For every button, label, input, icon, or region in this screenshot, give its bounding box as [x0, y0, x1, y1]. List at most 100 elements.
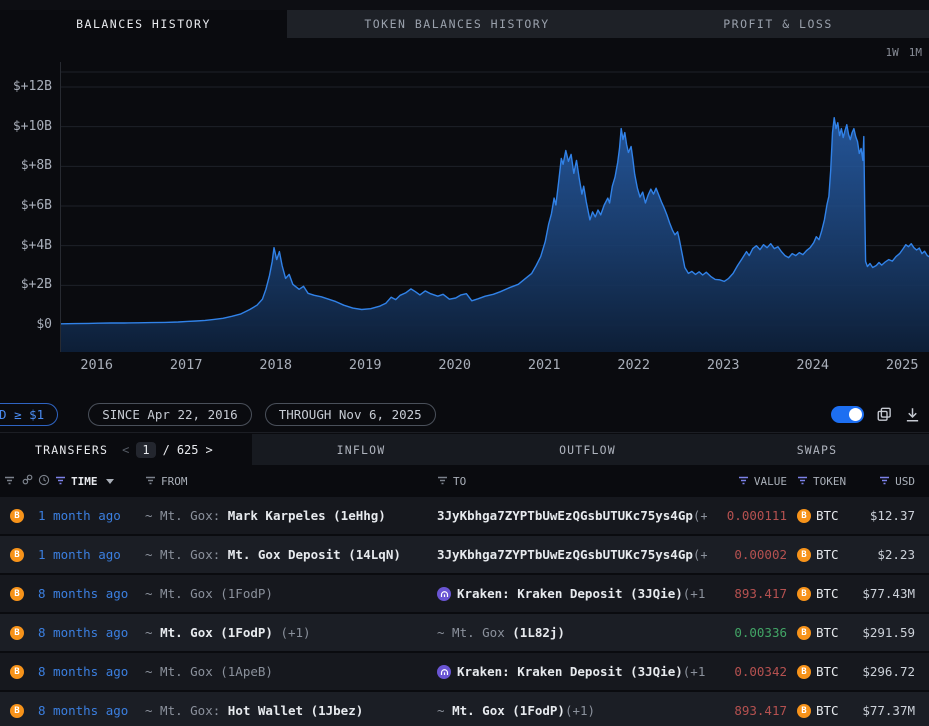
from-address-link[interactable]: ~ Mt. Gox (1ApeB): [140, 664, 435, 679]
token-cell: B BTC: [789, 508, 851, 523]
btc-token-icon: B: [797, 509, 811, 523]
top-tab-bar: BALANCES HISTORY TOKEN BALANCES HISTORY …: [0, 10, 929, 38]
copy-icon[interactable]: [877, 407, 892, 422]
to-address-link[interactable]: ~ Mt. Gox (1FodP)(+1): [435, 703, 707, 718]
transfer-value: 0.00342: [707, 664, 789, 679]
token-filter-icon[interactable]: [797, 475, 808, 488]
table-row[interactable]: B8 months ago~ Mt. Gox (1ApeB) Kraken: K…: [0, 653, 929, 692]
btc-token-icon: B: [797, 587, 811, 601]
x-axis-label: 2019: [349, 357, 382, 373]
usd-filter-icon[interactable]: [879, 475, 890, 488]
to-address-link[interactable]: 3JyKbhga7ZYPTbUwEzQGsbUTUKc75ys4Gp(+1): [435, 508, 707, 523]
chart-toggle-switch[interactable]: [831, 406, 864, 423]
token-cell: B BTC: [789, 703, 851, 718]
from-filter-icon[interactable]: [145, 475, 156, 488]
bitcoin-icon: B: [10, 704, 24, 718]
usd-min-filter-pill[interactable]: USD ≥ $1: [0, 403, 58, 426]
range-1m-button[interactable]: 1M: [909, 46, 922, 59]
x-axis-label: 2022: [617, 357, 650, 373]
time-link[interactable]: 1 month ago: [32, 547, 140, 562]
value-filter-icon[interactable]: [738, 475, 749, 488]
transfers-label: TRANSFERS: [35, 443, 108, 457]
table-row[interactable]: B 8 months ago~ Mt. Gox: Hot Wallet (1Jbe…: [0, 692, 929, 726]
token-symbol: BTC: [816, 508, 839, 523]
pager-next-icon[interactable]: >: [206, 443, 213, 457]
to-address-link[interactable]: ~ Mt. Gox (1L82j): [435, 625, 707, 640]
bitcoin-icon: B: [10, 509, 24, 523]
time-link[interactable]: 1 month ago: [32, 508, 140, 523]
time-link[interactable]: 8 months ago: [32, 664, 140, 679]
y-axis-label: $+12B: [0, 79, 52, 94]
chart-filter-row: USD ≥ $1 SINCE Apr 22, 2016 THROUGH Nov …: [0, 399, 929, 429]
to-address-link[interactable]: 3JyKbhga7ZYPTbUwEzQGsbUTUKc75ys4Gp(+1): [435, 547, 707, 562]
transfer-value: 0.000111: [707, 508, 789, 523]
tab-balances-history[interactable]: BALANCES HISTORY: [0, 10, 287, 38]
x-axis-label: 2025: [886, 357, 919, 373]
bitcoin-icon: B: [10, 587, 24, 601]
tab-token-balances-history[interactable]: TOKEN BALANCES HISTORY: [287, 10, 627, 38]
range-1w-button[interactable]: 1W: [886, 46, 899, 59]
transfers-pager: < 1 / 625 >: [122, 442, 213, 458]
to-address-link[interactable]: Kraken: Kraken Deposit (3JQie)(+1): [435, 664, 707, 679]
tab-transfers[interactable]: TRANSFERS < 1 / 625 >: [0, 434, 252, 465]
chart-plot-area[interactable]: [60, 62, 929, 352]
range-selector: 1W 1M: [886, 46, 923, 59]
token-symbol: BTC: [816, 664, 839, 679]
usd-amount: $77.43M: [851, 586, 929, 601]
column-header-to[interactable]: TO: [453, 475, 466, 488]
chart-area-fill: [61, 118, 929, 352]
usd-amount: $12.37: [851, 508, 929, 523]
btc-token-icon: B: [797, 626, 811, 640]
column-header-token[interactable]: TOKEN: [813, 475, 846, 488]
from-address-link[interactable]: ~ Mt. Gox: Hot Wallet (1Jbez): [140, 703, 435, 718]
to-address-link[interactable]: Kraken: Kraken Deposit (3JQie)(+1): [435, 586, 707, 601]
token-cell: BBTC: [789, 664, 851, 679]
x-axis-label: 2021: [528, 357, 561, 373]
table-row[interactable]: B1 month ago~ Mt. Gox: Mt. Gox Deposit (…: [0, 536, 929, 575]
from-address-link[interactable]: ~ Mt. Gox: Mt. Gox Deposit (14LqN): [140, 547, 435, 562]
x-axis-label: 2024: [796, 357, 829, 373]
from-address-link[interactable]: ~ Mt. Gox (1FodP) (+1): [140, 625, 435, 640]
btc-token-icon: B: [797, 704, 811, 718]
kraken-icon: [437, 587, 451, 601]
pager-current-page: 1: [136, 442, 155, 458]
token-symbol: BTC: [816, 703, 839, 718]
chevron-down-icon[interactable]: [106, 479, 114, 484]
table-header: TIME FROM TO VALUE TOKEN USD: [0, 465, 929, 497]
tab-profit-loss[interactable]: PROFIT & LOSS: [627, 10, 929, 38]
y-axis-label: $+2B: [0, 277, 52, 292]
through-date-pill[interactable]: THROUGH Nov 6, 2025: [265, 403, 436, 426]
column-header-usd[interactable]: USD: [895, 475, 915, 488]
time-link[interactable]: 8 months ago: [32, 625, 140, 640]
token-cell: BBTC: [789, 625, 851, 640]
y-axis-label: $+8B: [0, 158, 52, 173]
time-link[interactable]: 8 months ago: [32, 703, 140, 718]
table-row[interactable]: B 8 months ago~ Mt. Gox (1FodP) (+1)~ Mt.…: [0, 614, 929, 653]
area-chart-svg[interactable]: [61, 62, 929, 352]
x-axis-label: 2023: [707, 357, 740, 373]
column-header-from[interactable]: FROM: [161, 475, 188, 488]
tab-swaps[interactable]: SWAPS: [705, 434, 929, 465]
table-row[interactable]: B 8 months ago~ Mt. Gox (1FodP) Kraken: K…: [0, 575, 929, 614]
tab-inflow[interactable]: INFLOW: [252, 434, 470, 465]
column-header-value[interactable]: VALUE: [754, 475, 787, 488]
from-address-link[interactable]: ~ Mt. Gox (1FodP): [140, 586, 435, 601]
transfer-value: 0.00002: [707, 547, 789, 562]
transfer-value: 893.417: [707, 703, 789, 718]
to-filter-icon[interactable]: [437, 475, 448, 488]
from-address-link[interactable]: ~ Mt. Gox: Mark Karpeles (1eHhg): [140, 508, 435, 523]
usd-amount: $291.59: [851, 625, 929, 640]
x-axis-label: 2018: [259, 357, 292, 373]
since-date-pill[interactable]: SINCE Apr 22, 2016: [88, 403, 251, 426]
table-row[interactable]: B 1 month ago~ Mt. Gox: Mark Karpeles (1e…: [0, 497, 929, 536]
pager-prev-icon[interactable]: <: [122, 443, 129, 457]
clock-icon[interactable]: [38, 474, 50, 489]
tab-outflow[interactable]: OUTFLOW: [470, 434, 705, 465]
time-filter-icon[interactable]: [55, 475, 66, 488]
download-icon[interactable]: [905, 407, 920, 422]
time-link[interactable]: 8 months ago: [32, 586, 140, 601]
usd-amount: $77.37M: [851, 703, 929, 718]
usd-amount: $2.23: [851, 547, 929, 562]
column-header-time[interactable]: TIME: [71, 475, 98, 488]
filter-icon[interactable]: [4, 475, 15, 488]
